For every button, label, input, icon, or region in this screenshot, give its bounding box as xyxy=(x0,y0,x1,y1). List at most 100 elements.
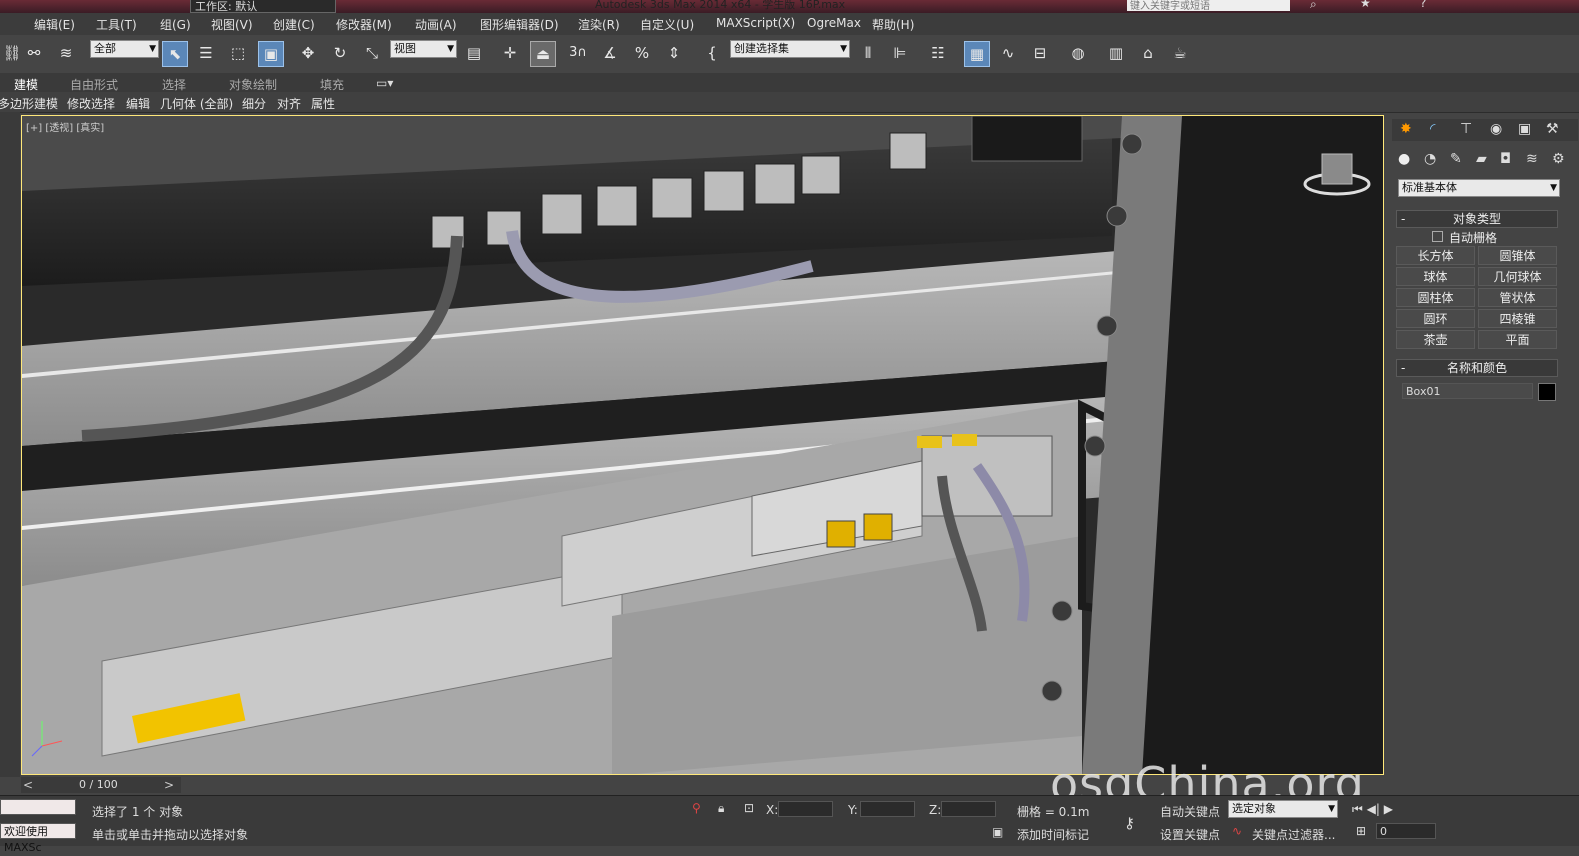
plane-button[interactable]: 平面 xyxy=(1478,330,1557,349)
systems-icon[interactable]: ⚙ xyxy=(1552,151,1565,167)
motion-tab-icon[interactable]: ◉ xyxy=(1490,121,1502,137)
panel-subdivision[interactable]: 细分 xyxy=(242,95,266,112)
select-object-icon[interactable]: ⬉ xyxy=(162,41,188,67)
rectangle-selection-icon[interactable]: ⬚ xyxy=(226,41,250,65)
edit-named-selection-icon[interactable]: { xyxy=(700,41,724,65)
goto-start-icon[interactable]: ⏮ xyxy=(1352,802,1363,816)
viewport-menu-plus[interactable]: [+] xyxy=(26,123,42,134)
menu-maxscript[interactable]: MAXScript(X) xyxy=(716,16,795,30)
object-type-rollout-header[interactable]: - 对象类型 xyxy=(1396,210,1558,228)
help-icon[interactable]: ? xyxy=(1420,0,1426,10)
key-mode-dropdown[interactable]: 选定对象 ▼ xyxy=(1228,800,1338,818)
cone-button[interactable]: 圆锥体 xyxy=(1478,246,1557,265)
utilities-tab-icon[interactable]: ⚒ xyxy=(1546,121,1559,137)
tab-selection[interactable]: 选择 xyxy=(162,76,186,93)
tab-object-paint[interactable]: 对象绘制 xyxy=(229,76,277,93)
angle-snap-icon[interactable]: ∡ xyxy=(598,41,622,65)
menu-ogremax[interactable]: OgreMax xyxy=(807,16,861,30)
time-tag-icon[interactable]: ▣ xyxy=(992,825,1003,839)
pivot-center-icon[interactable]: ▤ xyxy=(462,41,486,65)
box-button[interactable]: 长方体 xyxy=(1396,246,1475,265)
next-frame-icon[interactable]: > xyxy=(164,778,174,792)
time-slider[interactable]: < 0 / 100 > xyxy=(21,777,181,793)
object-color-swatch[interactable] xyxy=(1538,383,1556,401)
play-icon[interactable]: ▶ xyxy=(1384,802,1393,816)
geosphere-button[interactable]: 几何球体 xyxy=(1478,267,1557,286)
ribbon-options-icon[interactable]: ▭▾ xyxy=(376,76,393,90)
maxscript-mini-listener[interactable] xyxy=(0,799,76,815)
workspace-dropdown[interactable]: 工作区: 默认 xyxy=(190,0,336,13)
perspective-viewport[interactable]: [+] [透视] [真实] xyxy=(21,115,1384,775)
bind-space-warp-icon[interactable]: ≋ xyxy=(54,41,78,65)
curve-editor-icon[interactable]: ∿ xyxy=(996,41,1020,65)
menu-modifiers[interactable]: 修改器(M) xyxy=(336,16,392,33)
spinner-snap-icon[interactable]: ⇕ xyxy=(662,41,686,65)
tab-populate[interactable]: 填充 xyxy=(320,76,344,93)
display-tab-icon[interactable]: ▣ xyxy=(1518,121,1531,137)
material-editor-icon[interactable]: ◍ xyxy=(1066,41,1090,65)
shapes-icon[interactable]: ◔ xyxy=(1424,151,1436,167)
name-color-rollout-header[interactable]: - 名称和颜色 xyxy=(1396,359,1558,377)
snaps-toggle-icon[interactable]: 3∩ xyxy=(566,41,590,65)
object-category-dropdown[interactable]: 标准基本体 ▼ xyxy=(1398,179,1560,197)
menu-edit[interactable]: 编辑(E) xyxy=(34,16,75,33)
viewport-shading-label[interactable]: [真实] xyxy=(76,123,104,134)
panel-align[interactable]: 对齐 xyxy=(277,95,301,112)
menu-rendering[interactable]: 渲染(R) xyxy=(578,16,620,33)
layer-manager-icon[interactable]: ☷ xyxy=(926,41,950,65)
space-warps-icon[interactable]: ≋ xyxy=(1526,151,1538,167)
keyboard-shortcut-override-icon[interactable]: ⏏ xyxy=(530,41,556,67)
x-coordinate-field[interactable] xyxy=(778,801,833,817)
autogrid-checkbox[interactable]: 自动栅格 xyxy=(1432,229,1497,246)
schematic-view-icon[interactable]: ⊟ xyxy=(1028,41,1052,65)
search-input[interactable]: 键入关键字或短语 xyxy=(1127,0,1290,12)
menu-group[interactable]: 组(G) xyxy=(160,16,191,33)
cylinder-button[interactable]: 圆柱体 xyxy=(1396,288,1475,307)
percent-snap-icon[interactable]: % xyxy=(630,41,654,65)
geometry-icon[interactable]: ● xyxy=(1398,151,1410,167)
named-selection-dropdown[interactable]: 创建选择集 ▼ xyxy=(730,40,850,58)
window-crossing-icon[interactable]: ▣ xyxy=(258,41,284,67)
graphite-ribbon-icon[interactable]: ▦ xyxy=(964,41,990,67)
set-key-button[interactable]: 设置关键点 xyxy=(1160,826,1220,843)
render-setup-icon[interactable]: ▥ xyxy=(1104,41,1128,65)
helpers-icon[interactable]: ◘ xyxy=(1500,151,1511,167)
panel-properties[interactable]: 属性 xyxy=(311,95,335,112)
panel-edit[interactable]: 编辑 xyxy=(126,95,150,112)
pyramid-button[interactable]: 四棱锥 xyxy=(1478,309,1557,328)
viewcube[interactable] xyxy=(1297,146,1367,201)
tab-modeling[interactable]: 建模 xyxy=(14,76,38,93)
cameras-icon[interactable]: ▰ xyxy=(1476,151,1487,167)
create-tab-icon[interactable]: ✸ xyxy=(1400,121,1412,137)
menu-create[interactable]: 创建(C) xyxy=(273,16,315,33)
prev-key-icon[interactable]: ◀| xyxy=(1367,802,1380,816)
object-name-field[interactable]: Box01 xyxy=(1402,383,1533,399)
move-icon[interactable]: ✥ xyxy=(296,41,320,65)
panel-polygon-modeling[interactable]: 多边形建模 xyxy=(0,95,58,112)
viewport-label[interactable]: [+] [透视] [真实] xyxy=(26,119,104,134)
menu-animation[interactable]: 动画(A) xyxy=(415,16,457,33)
y-coordinate-field[interactable] xyxy=(860,801,915,817)
panel-modify-selection[interactable]: 修改选择 xyxy=(67,95,115,112)
key-filters-button[interactable]: 关键点过滤器... xyxy=(1252,826,1335,843)
menu-help[interactable]: 帮助(H) xyxy=(872,16,914,33)
select-manipulate-icon[interactable]: ✛ xyxy=(498,41,522,65)
teapot-button[interactable]: 茶壶 xyxy=(1396,330,1475,349)
binoculars-icon[interactable]: ⌕ xyxy=(1310,0,1317,12)
reference-coordinate-dropdown[interactable]: 视图 ▼ xyxy=(390,40,457,58)
rendered-frame-window-icon[interactable]: ⌂ xyxy=(1136,41,1160,65)
render-production-icon[interactable]: ☕ xyxy=(1168,41,1192,65)
star-icon[interactable]: ★ xyxy=(1360,0,1371,10)
sphere-button[interactable]: 球体 xyxy=(1396,267,1475,286)
z-coordinate-field[interactable] xyxy=(941,801,996,817)
select-by-name-icon[interactable]: ☰ xyxy=(194,41,218,65)
lights-icon[interactable]: ✎ xyxy=(1450,151,1462,167)
current-frame-field[interactable]: 0 xyxy=(1376,823,1436,839)
menu-views[interactable]: 视图(V) xyxy=(211,16,253,33)
torus-button[interactable]: 圆环 xyxy=(1396,309,1475,328)
unlink-icon[interactable]: ⚯ xyxy=(22,41,46,65)
scale-icon[interactable]: ⤡ xyxy=(360,41,384,65)
panel-geometry-all[interactable]: 几何体 (全部) xyxy=(160,95,233,112)
menu-tools[interactable]: 工具(T) xyxy=(96,16,137,33)
rotate-icon[interactable]: ↻ xyxy=(328,41,352,65)
